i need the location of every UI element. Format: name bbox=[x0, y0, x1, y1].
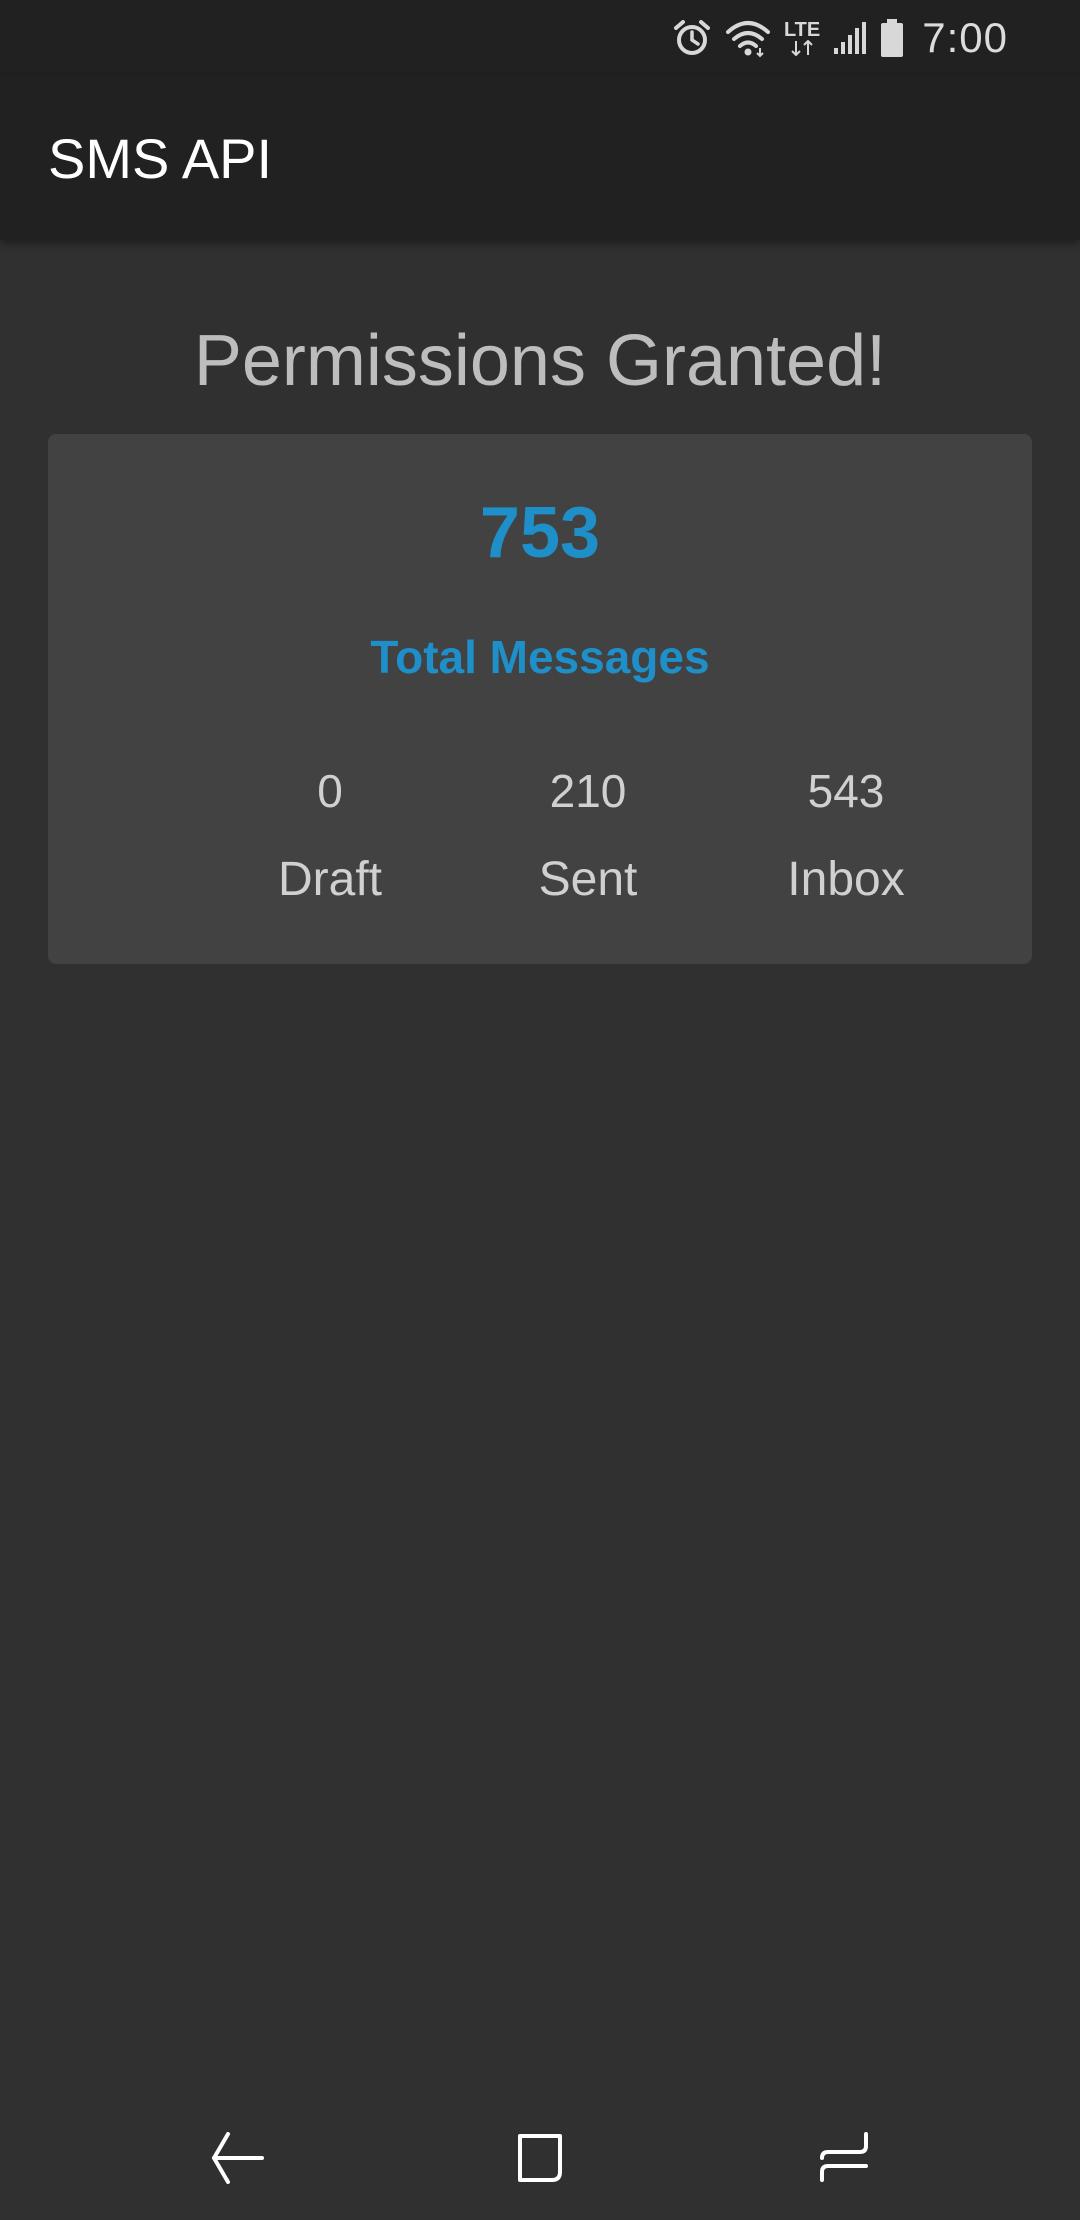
recents-button[interactable] bbox=[794, 2110, 894, 2210]
back-button[interactable] bbox=[188, 2110, 288, 2210]
stat-draft: 0 Draft bbox=[220, 764, 440, 907]
app-title: SMS API bbox=[48, 127, 273, 190]
sent-label: Sent bbox=[538, 853, 638, 906]
inbox-count: 543 bbox=[807, 765, 885, 817]
recents-icon bbox=[814, 2128, 874, 2193]
stat-inbox: 543 Inbox bbox=[736, 764, 956, 907]
messages-summary-card: 753 Total Messages 0 Draft 210 Sent 543 … bbox=[48, 434, 1032, 964]
stat-sent: 210 Sent bbox=[478, 764, 698, 907]
permissions-heading: Permissions Granted! bbox=[193, 321, 887, 401]
status-time: 7:00 bbox=[922, 14, 1008, 61]
app-bar: SMS API bbox=[0, 76, 1080, 240]
home-icon bbox=[510, 2128, 570, 2193]
total-messages-count: 753 bbox=[479, 493, 601, 573]
status-icons: LTE 7:00 bbox=[672, 0, 1008, 76]
navigation-bar bbox=[0, 2090, 1080, 2220]
wifi-icon bbox=[724, 18, 772, 58]
alarm-icon bbox=[672, 18, 712, 58]
signal-icon bbox=[832, 20, 868, 56]
inbox-label: Inbox bbox=[787, 853, 905, 906]
lte-label: LTE bbox=[783, 19, 821, 41]
sent-count: 210 bbox=[549, 765, 627, 817]
back-icon bbox=[208, 2128, 268, 2193]
home-button[interactable] bbox=[490, 2110, 590, 2210]
lte-icon: LTE bbox=[784, 20, 820, 56]
status-bar: LTE 7:00 bbox=[0, 0, 1080, 76]
draft-label: Draft bbox=[277, 853, 382, 906]
total-messages-label: Total Messages bbox=[370, 631, 710, 683]
battery-icon bbox=[880, 18, 904, 58]
draft-count: 0 bbox=[317, 765, 343, 817]
